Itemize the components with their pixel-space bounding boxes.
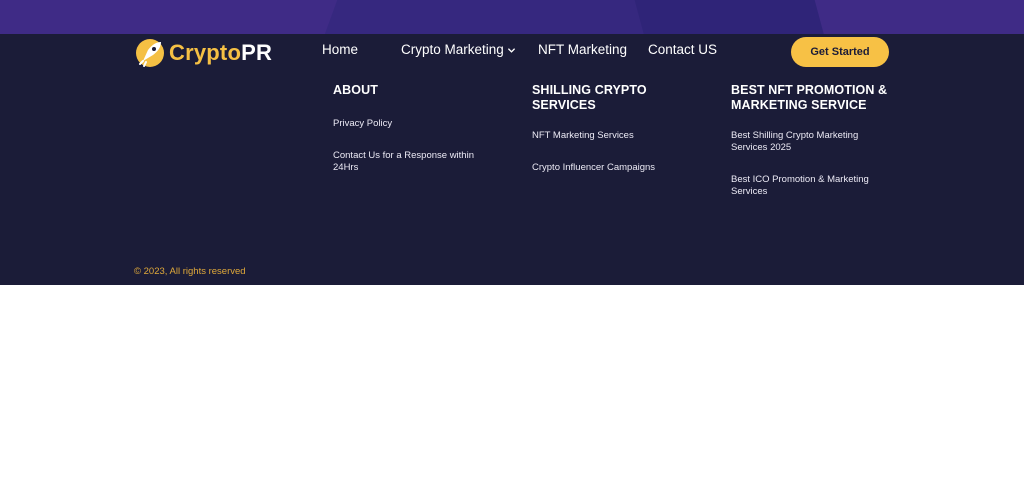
copyright: © 2023, All rights reserved (134, 266, 246, 277)
logo-text: CryptoPR (169, 40, 272, 66)
link-crypto-influencer-campaigns[interactable]: Crypto Influencer Campaigns (532, 162, 702, 174)
link-shilling-crypto-2025[interactable]: Best Shilling Crypto Marketing Services … (731, 130, 881, 154)
band-shape (631, 0, 829, 34)
chevron-down-icon (507, 48, 515, 53)
link-list: Best Shilling Crypto Marketing Services … (731, 130, 891, 198)
rocket-icon (136, 39, 164, 67)
get-started-button[interactable]: Get Started (791, 37, 889, 67)
link-contact-us[interactable]: Contact Us for a Response within 24Hrs (333, 150, 493, 174)
link-nft-marketing-services[interactable]: NFT Marketing Services (532, 130, 702, 142)
nav-nft-marketing[interactable]: NFT Marketing (538, 41, 627, 59)
link-ico-promotion[interactable]: Best ICO Promotion & Marketing Services (731, 174, 891, 198)
logo-text-crypto: Crypto (169, 40, 242, 65)
top-band (0, 0, 1024, 34)
link-list: NFT Marketing Services Crypto Influencer… (532, 130, 702, 174)
link-list: Privacy Policy Contact Us for a Response… (333, 118, 503, 174)
link-privacy-policy[interactable]: Privacy Policy (333, 118, 503, 130)
column-heading: SHILLING CRYPTO SERVICES (532, 83, 647, 112)
site-footer: CryptoPR Home Crypto Marketing NFT Marke… (0, 34, 1024, 285)
logo[interactable]: CryptoPR (134, 37, 272, 69)
footer-column-about: ABOUT Privacy Policy Contact Us for a Re… (333, 83, 503, 194)
nav-contact[interactable]: Contact US (648, 41, 717, 59)
nav-home[interactable]: Home (322, 41, 358, 59)
column-heading: ABOUT (333, 83, 378, 97)
nav-crypto-marketing-label: Crypto Marketing (401, 42, 504, 57)
logo-text-pr: PR (241, 40, 273, 65)
footer-column-shilling: SHILLING CRYPTO SERVICES NFT Marketing S… (532, 83, 702, 194)
band-shape (319, 0, 671, 34)
nav-crypto-marketing[interactable]: Crypto Marketing (401, 41, 516, 59)
column-heading: BEST NFT PROMOTION & MARKETING SERVICE (731, 83, 888, 112)
footer-column-nft: BEST NFT PROMOTION & MARKETING SERVICE B… (731, 83, 891, 218)
